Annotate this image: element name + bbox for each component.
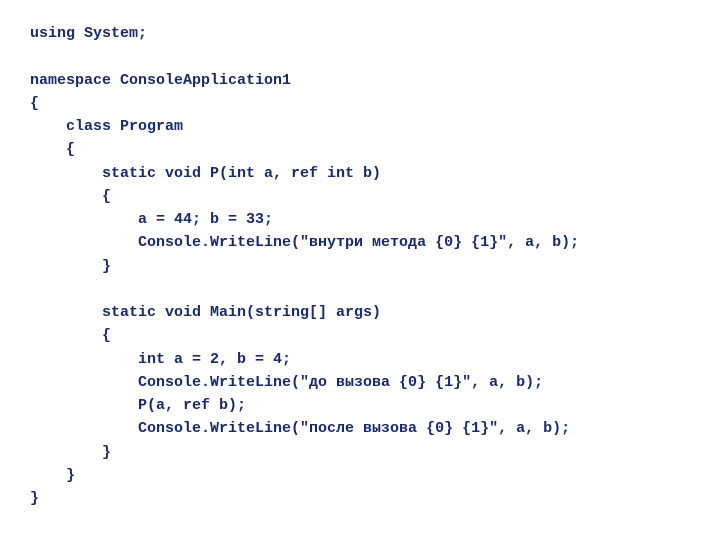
code-block: using System; namespace ConsoleApplicati… bbox=[0, 0, 720, 532]
